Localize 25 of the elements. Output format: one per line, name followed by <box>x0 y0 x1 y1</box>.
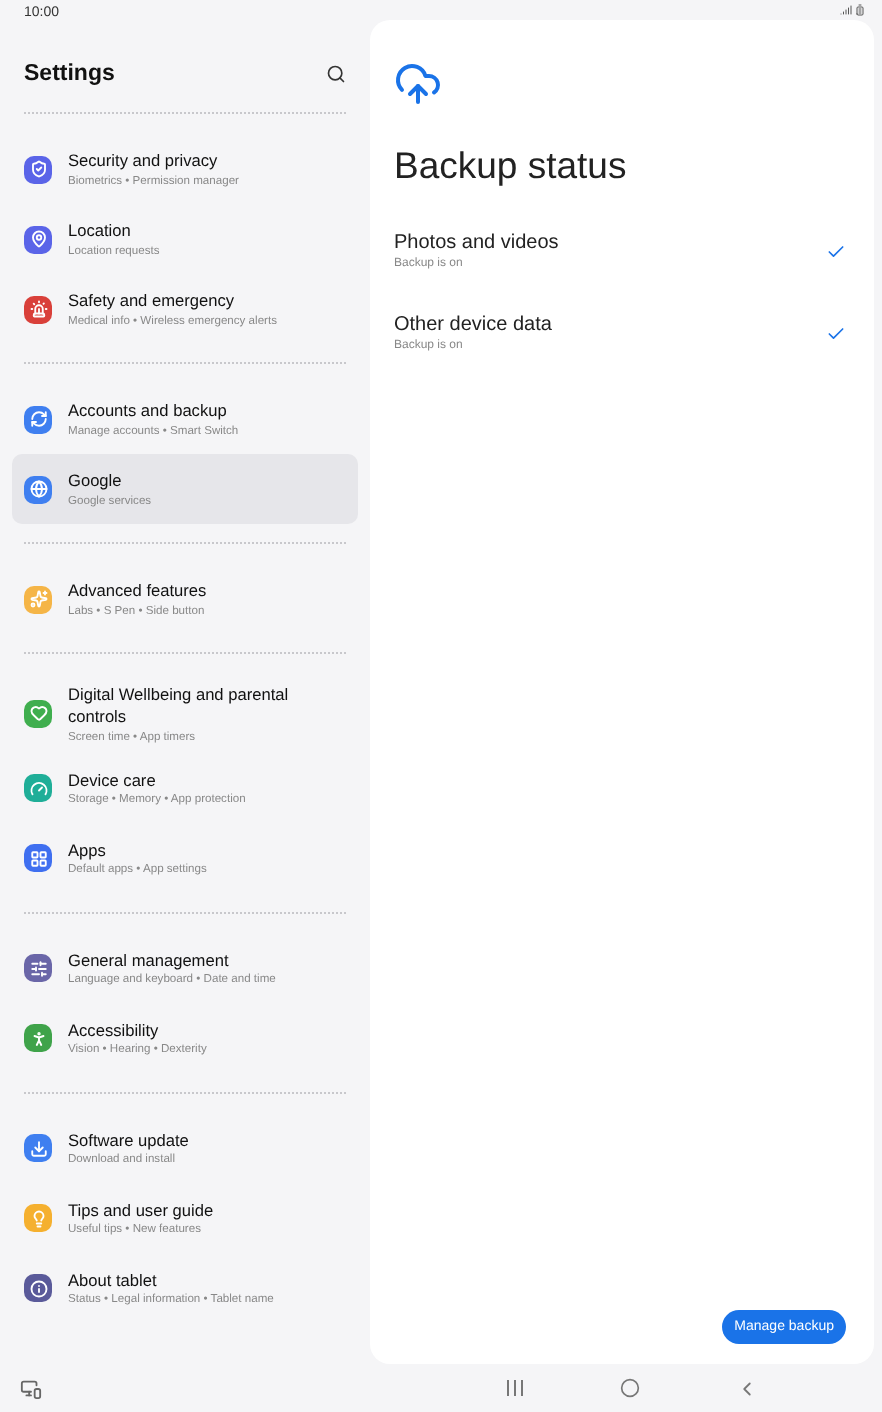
backup-row-title: Photos and videos <box>394 232 559 254</box>
item-title: Google <box>68 470 124 492</box>
home-icon[interactable] <box>620 1378 640 1398</box>
item-title: Accounts and backup <box>68 400 229 422</box>
item-title: Software update <box>68 1129 189 1151</box>
cloud-upload-icon <box>394 60 442 108</box>
signal-icon <box>840 4 852 16</box>
item-title: Location <box>68 220 133 242</box>
item-title: Apps <box>68 839 108 861</box>
item-title: Accessibility <box>68 1019 161 1041</box>
backup-title: Backup status <box>394 144 629 188</box>
recents-icon[interactable] <box>506 1380 524 1396</box>
item-title: Device care <box>68 769 158 791</box>
item-title: Security and privacy <box>68 150 220 172</box>
item-title: General management <box>68 949 231 971</box>
backup-row-title: Other device data <box>394 314 552 336</box>
taskbar-icon[interactable] <box>20 1377 42 1399</box>
item-title: Digital Wellbeing and parental controls <box>68 684 291 728</box>
item-title: About tablet <box>68 1269 159 1291</box>
item-title: Safety and emergency <box>68 290 237 312</box>
settings-title: Settings <box>24 62 115 86</box>
search-icon[interactable] <box>326 64 346 84</box>
item-title: Tips and user guide <box>68 1199 214 1221</box>
item-title: Advanced features <box>68 580 207 602</box>
battery-icon <box>854 4 866 16</box>
